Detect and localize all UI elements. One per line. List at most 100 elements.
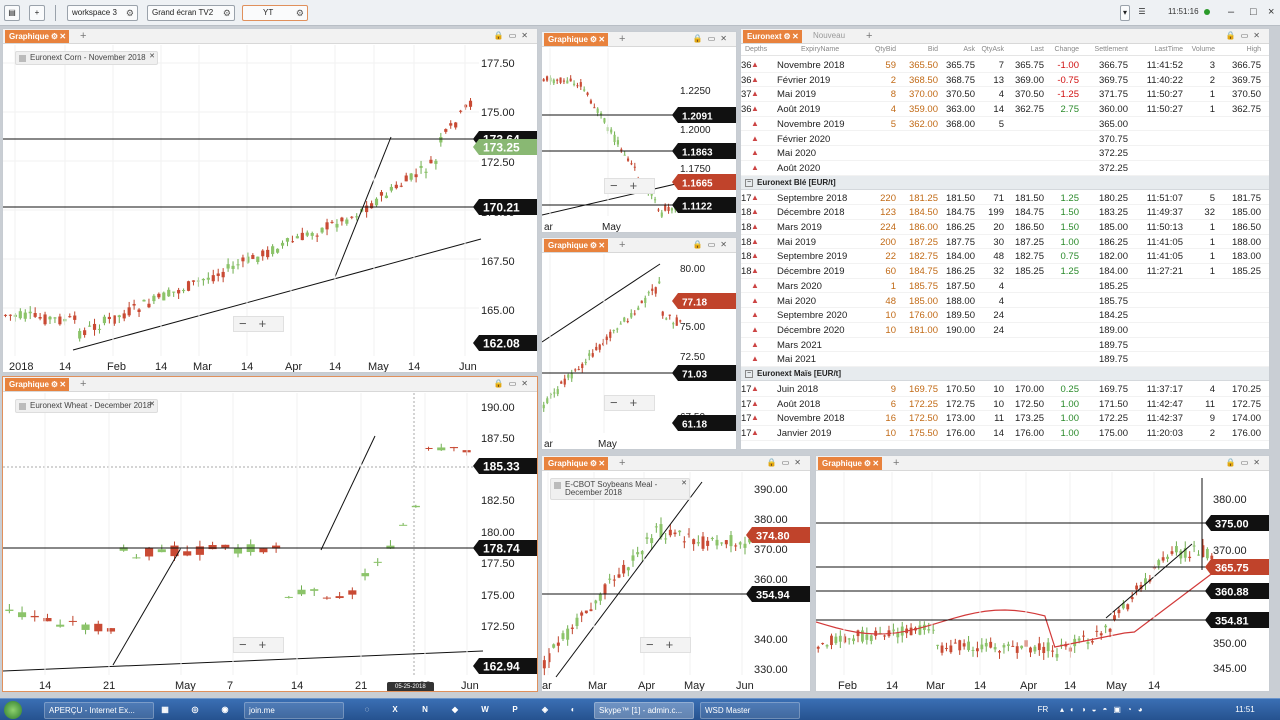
table-row[interactable]: ▲ Décembre 2020 10 181.00 190.00 24 189.00	[741, 323, 1269, 338]
column-header[interactable]: Settlement	[1095, 46, 1128, 53]
table-row[interactable]: ▲ Janvier 2019 10 175.50 176.00 14 176.00 1.00 1…	[741, 426, 1269, 441]
app-icon[interactable]: ◈	[538, 703, 552, 717]
chart-panel-right[interactable]: Graphique ⚙ ✕ + 🔒▭✕ 380.00 370.00 350.00 345.00…	[815, 455, 1270, 692]
table-row[interactable]: ▲ Mai 2021 189.75	[741, 352, 1269, 367]
depth-icon[interactable]: ▲	[751, 310, 759, 319]
gear-icon[interactable]: ⚙	[784, 30, 791, 43]
table-row[interactable]: ▲ Mai 2020 372.25	[741, 146, 1269, 161]
close-icon[interactable]: ✕	[59, 378, 66, 391]
column-header[interactable]: Change	[1054, 46, 1079, 53]
table-row[interactable]: ▲ Décembre 2018 123 184.50 184.75 199 184.75 1.…	[741, 205, 1269, 220]
new-tab[interactable]: Nouveau	[813, 31, 845, 40]
depth-icon[interactable]: ▲	[751, 75, 759, 84]
collapse-icon[interactable]: −	[745, 178, 753, 187]
zoom-in-button[interactable]: +	[630, 178, 650, 193]
table-row[interactable]: ▲ Mars 2021 189.75	[741, 338, 1269, 353]
column-header[interactable]: Last	[1031, 46, 1044, 53]
column-header[interactable]: High	[1247, 46, 1261, 53]
depth-icon[interactable]: ▲	[751, 266, 759, 275]
chart-tab[interactable]: Graphique ⚙ ✕	[818, 457, 883, 470]
taskbar-item-ie[interactable]: APERÇU - Internet Ex...	[44, 702, 154, 719]
close-icon[interactable]: ×	[1268, 5, 1274, 19]
add-tab-icon[interactable]: +	[866, 29, 872, 43]
zoom-out-button[interactable]: −	[610, 395, 630, 410]
table-row[interactable]: ▲ Septembre 2018 220 181.25 181.50 71 181.50 1.…	[741, 191, 1269, 206]
zoom-controls[interactable]: −+	[233, 316, 285, 332]
table-row[interactable]: ▲ Mars 2020 1 185.75 187.50 4 185.25	[741, 279, 1269, 294]
table-row[interactable]: ▲ Août 2019 4 359.00 363.00 14 362.75 2.75 360.0…	[741, 102, 1269, 117]
depth-icon[interactable]: ▲	[751, 281, 759, 290]
chart-tab[interactable]: Graphique ⚙ ✕	[5, 378, 70, 391]
taskbar-item-joinme[interactable]: join.me	[244, 702, 344, 719]
window-controls[interactable]: 🔒▭✕	[1226, 30, 1265, 42]
window-controls[interactable]: 🔒▭✕	[693, 239, 732, 251]
chart-canvas[interactable]: 80.0075.0072.5067.50arMay77.1871.0361.18	[542, 254, 737, 450]
chart-canvas[interactable]: 390.00 380.00 370.00 360.00 340.00 330.00 ar Ma…	[542, 472, 811, 692]
add-tab-icon[interactable]: +	[619, 456, 625, 470]
table-row[interactable]: ▲ Août 2018 6 172.25 172.75 10 172.50 1.00 171.5…	[741, 397, 1269, 412]
chart-canvas[interactable]: 1.2250 1.2000 1.1750 ar May 1.2091 1.1863 1.166…	[542, 48, 737, 233]
gear-icon[interactable]: ⚙	[590, 457, 597, 470]
chart-panel-wheat[interactable]: Graphique ⚙ ✕ + 🔒▭✕ 190.00 187.50 182.50 180.00…	[2, 376, 538, 692]
zoom-in-button[interactable]: +	[259, 316, 279, 331]
chart-canvas[interactable]: 380.00 370.00 350.00 345.00 Feb 14 Mar 14 Apr 14 M…	[816, 472, 1270, 692]
depth-icon[interactable]: ▲	[751, 325, 759, 334]
app-icon[interactable]: ◎	[188, 703, 202, 717]
table-row[interactable]: ▲ Mai 2020 48 185.00 188.00 4 185.75	[741, 294, 1269, 309]
zoom-controls[interactable]: −+	[604, 178, 656, 194]
menu-button[interactable]: ▤	[4, 5, 20, 21]
table-row[interactable]: ▲ Décembre 2019 60 184.75 186.25 32 185.25 1.25…	[741, 264, 1269, 279]
table-row[interactable]: ▲ Novembre 2018 59 365.50 365.75 7 365.75 -1.00…	[741, 58, 1269, 73]
depth-icon[interactable]: ▲	[751, 60, 759, 69]
depth-icon[interactable]: ▲	[751, 89, 759, 98]
table-row[interactable]: ▲ Novembre 2019 5 362.00 368.00 5 365.00	[741, 117, 1269, 132]
zoom-out-button[interactable]: −	[239, 637, 259, 652]
table-row[interactable]: ▲ Mars 2019 224 186.00 186.25 20 186.50 1.50 185…	[741, 220, 1269, 235]
excel-icon[interactable]: X	[388, 703, 402, 717]
app-icon[interactable]: ◆	[448, 703, 462, 717]
close-icon[interactable]: ✕	[598, 239, 605, 252]
depth-icon[interactable]: ▲	[751, 399, 759, 408]
chart-tab[interactable]: Graphique ⚙ ✕	[544, 33, 609, 46]
zoom-in-button[interactable]: +	[630, 395, 650, 410]
gear-icon[interactable]: ⚙	[590, 33, 597, 46]
close-icon[interactable]: ✕	[598, 457, 605, 470]
table-row[interactable]: ▲ Juin 2018 9 169.75 170.50 10 170.00 0.25 169.7…	[741, 382, 1269, 397]
collapse-icon[interactable]: −	[745, 370, 753, 378]
grid-section-header[interactable]: − Euronext Blé [EUR/t]	[741, 175, 1269, 190]
table-row[interactable]: ▲ Novembre 2018 16 172.50 173.00 11 173.25 1.00…	[741, 411, 1269, 427]
table-row[interactable]: ▲ Février 2019 2 368.50 368.75 13 369.00 -0.75 3…	[741, 73, 1269, 88]
window-controls[interactable]: 🔒▭✕	[1226, 457, 1265, 469]
zoom-controls[interactable]: −+	[604, 395, 656, 411]
close-icon[interactable]: ✕	[872, 457, 879, 470]
window-controls[interactable]: 🔒▭✕	[767, 457, 806, 469]
column-header[interactable]: QtyAsk	[981, 46, 1004, 53]
quote-grid-panel[interactable]: Euronext ⚙ ✕ Nouveau + 🔒▭✕ Depths ExpiryName Qt…	[740, 28, 1270, 450]
window-controls[interactable]: 🔒▭✕	[693, 33, 732, 45]
app-icon[interactable]: ◉	[218, 703, 232, 717]
chart-tab[interactable]: Graphique ⚙ ✕	[544, 239, 609, 252]
depth-icon[interactable]: ▲	[751, 296, 759, 305]
chart-panel-small1[interactable]: Graphique ⚙ ✕ + 🔒▭✕ 1.2250 1.2000 1.1750 ar May 1…	[541, 31, 737, 233]
chart-panel-corn[interactable]: Graphique⚙✕+🔒▭✕ 177.50175.00172.50170.00…	[2, 28, 538, 373]
app-icon[interactable]: ▦	[158, 703, 172, 717]
table-row[interactable]: ▲ Février 2020 370.75	[741, 132, 1269, 147]
zoom-controls[interactable]: −+	[233, 637, 285, 653]
app-icon[interactable]: P	[508, 703, 522, 717]
column-header[interactable]: Volume	[1192, 46, 1215, 53]
depth-icon[interactable]: ▲	[751, 413, 759, 422]
window-controls[interactable]: 🔒▭✕	[494, 30, 533, 42]
table-row[interactable]: ▲ Août 2020 372.25	[741, 161, 1269, 176]
table-row[interactable]: ▲ Mai 2019 200 187.25 187.75 30 187.25 1.00 186.…	[741, 235, 1269, 250]
close-icon[interactable]: ✕	[149, 53, 155, 61]
zoom-in-button[interactable]: +	[259, 637, 279, 652]
start-button[interactable]	[4, 701, 22, 719]
app-icon[interactable]: ◐	[566, 703, 580, 717]
depth-icon[interactable]: ▲	[751, 193, 759, 202]
column-header[interactable]: Depths	[745, 46, 767, 53]
taskbar-item-skype[interactable]: Skype™ [1] - admin.c...	[594, 702, 694, 719]
grid-tab[interactable]: Euronext ⚙ ✕	[743, 30, 802, 43]
depth-icon[interactable]: ▲	[751, 134, 759, 143]
close-icon[interactable]: ✕	[681, 480, 687, 488]
close-icon[interactable]: ✕	[149, 401, 155, 409]
